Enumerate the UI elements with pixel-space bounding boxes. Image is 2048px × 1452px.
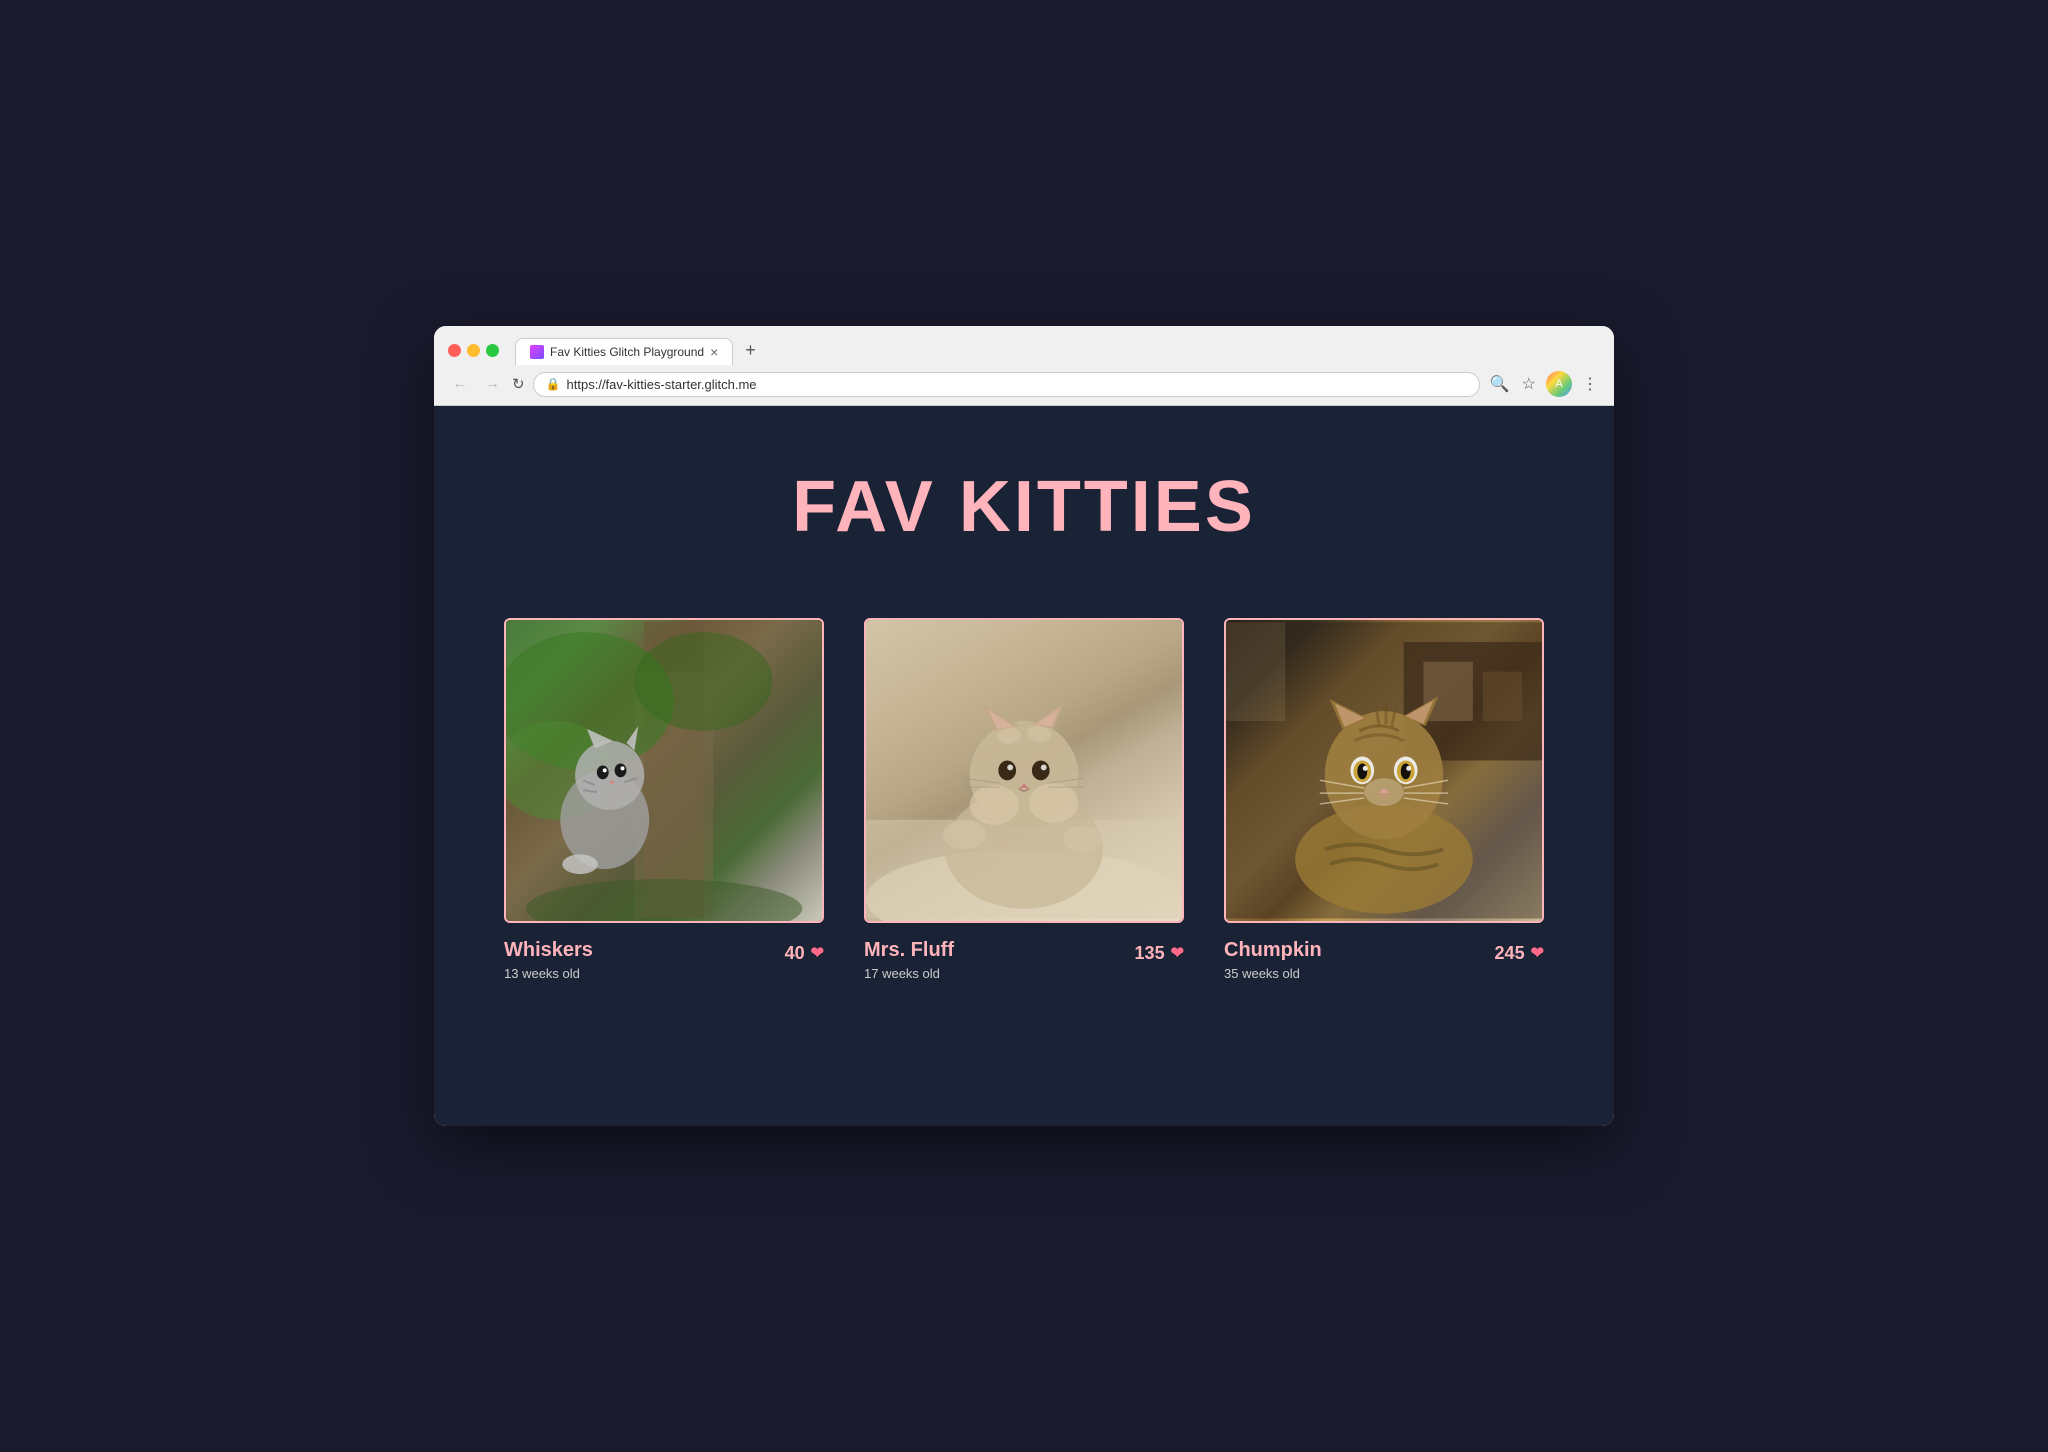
browser-chrome: Fav Kitties Glitch Playground × + ← → ↻ … bbox=[434, 326, 1614, 406]
refresh-button[interactable]: ↻ bbox=[512, 375, 525, 393]
kitty-image-chumpkin[interactable] bbox=[1224, 618, 1544, 923]
kitty-image-mrsfluff[interactable] bbox=[864, 618, 1184, 923]
kitty-details-mrsfluff: Mrs. Fluff 17 weeks old bbox=[864, 939, 954, 981]
kitty-favorites-mrsfluff[interactable]: 135 ❤ bbox=[1135, 943, 1184, 964]
maximize-traffic-light[interactable] bbox=[486, 344, 499, 357]
more-menu-button[interactable]: ⋮ bbox=[1580, 372, 1600, 396]
kitty-name-mrsfluff: Mrs. Fluff bbox=[864, 939, 954, 962]
kitty-favorites-whiskers[interactable]: 40 ❤ bbox=[785, 943, 824, 964]
kitty-photo-3 bbox=[1226, 620, 1542, 921]
profile-avatar[interactable]: A bbox=[1546, 371, 1572, 397]
mrsfluff-count: 135 bbox=[1135, 943, 1165, 964]
kitty-info-whiskers: Whiskers 13 weeks old 40 ❤ bbox=[504, 939, 824, 981]
traffic-lights bbox=[448, 344, 499, 357]
page-title: FAV KITTIES bbox=[792, 466, 1256, 548]
back-button[interactable]: ← bbox=[448, 374, 472, 394]
url-text: https://fav-kitties-starter.glitch.me bbox=[567, 377, 757, 392]
chumpkin-count: 245 bbox=[1495, 943, 1525, 964]
address-bar-row: ← → ↻ 🔒 https://fav-kitties-starter.glit… bbox=[434, 365, 1614, 405]
close-traffic-light[interactable] bbox=[448, 344, 461, 357]
kitty-age-mrsfluff: 17 weeks old bbox=[864, 966, 954, 981]
whiskers-count: 40 bbox=[785, 943, 805, 964]
title-bar: Fav Kitties Glitch Playground × + bbox=[434, 326, 1614, 365]
kitties-grid: Whiskers 13 weeks old 40 ❤ bbox=[484, 618, 1564, 981]
heart-icon-mrsfluff: ❤ bbox=[1171, 943, 1184, 963]
kitty-age-chumpkin: 35 weeks old bbox=[1224, 966, 1322, 981]
tab-title: Fav Kitties Glitch Playground bbox=[550, 345, 704, 359]
forward-button[interactable]: → bbox=[480, 374, 504, 394]
kitty-photo-2 bbox=[866, 620, 1182, 921]
search-button[interactable]: 🔍 bbox=[1488, 372, 1512, 396]
kitty-name-whiskers: Whiskers bbox=[504, 939, 593, 962]
kitty-details-whiskers: Whiskers 13 weeks old bbox=[504, 939, 593, 981]
tab-favicon bbox=[530, 345, 544, 359]
new-tab-button[interactable]: + bbox=[737, 336, 764, 365]
kitty-name-chumpkin: Chumpkin bbox=[1224, 939, 1322, 962]
browser-window: Fav Kitties Glitch Playground × + ← → ↻ … bbox=[434, 326, 1614, 1126]
address-bar[interactable]: 🔒 https://fav-kitties-starter.glitch.me bbox=[533, 372, 1480, 397]
kitty-image-whiskers[interactable] bbox=[504, 618, 824, 923]
active-tab[interactable]: Fav Kitties Glitch Playground × bbox=[515, 338, 733, 365]
kitty-card-1: Whiskers 13 weeks old 40 ❤ bbox=[504, 618, 824, 981]
heart-icon-chumpkin: ❤ bbox=[1531, 943, 1544, 963]
heart-icon-whiskers: ❤ bbox=[811, 943, 824, 963]
page-content: FAV KITTIES bbox=[434, 406, 1614, 1126]
tab-close-button[interactable]: × bbox=[710, 345, 718, 359]
minimize-traffic-light[interactable] bbox=[467, 344, 480, 357]
kitty-age-whiskers: 13 weeks old bbox=[504, 966, 593, 981]
kitty-photo-1 bbox=[506, 620, 822, 921]
kitty-card-2: Mrs. Fluff 17 weeks old 135 ❤ bbox=[864, 618, 1184, 981]
lock-icon: 🔒 bbox=[546, 377, 561, 391]
kitty-info-mrsfluff: Mrs. Fluff 17 weeks old 135 ❤ bbox=[864, 939, 1184, 981]
kitty-details-chumpkin: Chumpkin 35 weeks old bbox=[1224, 939, 1322, 981]
tab-bar: Fav Kitties Glitch Playground × + bbox=[515, 336, 1600, 365]
kitty-info-chumpkin: Chumpkin 35 weeks old 245 ❤ bbox=[1224, 939, 1544, 981]
kitty-card-3: Chumpkin 35 weeks old 245 ❤ bbox=[1224, 618, 1544, 981]
toolbar-right: 🔍 ☆ A ⋮ bbox=[1488, 371, 1600, 397]
bookmark-button[interactable]: ☆ bbox=[1520, 372, 1538, 396]
kitty-favorites-chumpkin[interactable]: 245 ❤ bbox=[1495, 943, 1544, 964]
